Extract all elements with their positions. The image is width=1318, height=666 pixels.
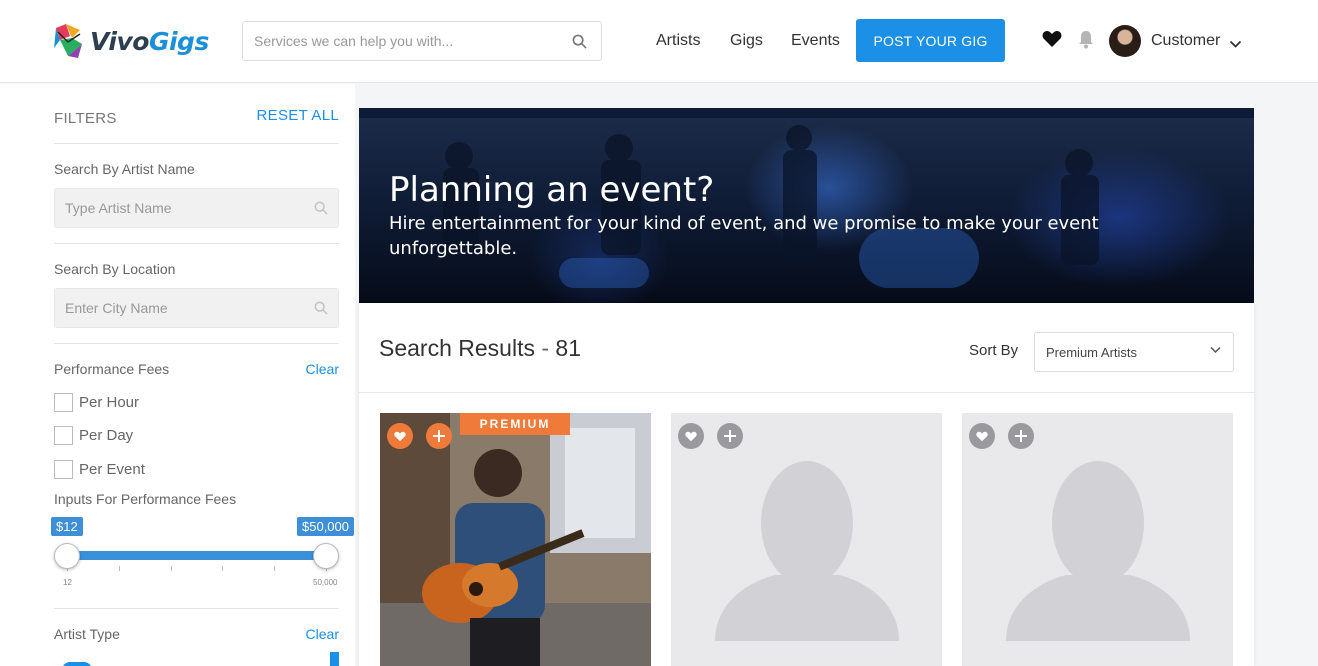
reset-all-link[interactable]: RESET ALL xyxy=(257,107,339,124)
global-search xyxy=(242,21,602,61)
per-day-checkbox[interactable] xyxy=(54,426,73,445)
sort-select[interactable]: Premium Artists xyxy=(1034,332,1234,372)
sort-by-label: Sort By xyxy=(969,342,1019,359)
location-label: Search By Location xyxy=(54,261,176,277)
results-title: Search Results - 81 xyxy=(379,335,582,361)
placeholder-avatar-icon xyxy=(962,413,1233,666)
search-results-panel: Search Results - 81 Sort By Premium Arti… xyxy=(359,303,1254,666)
fee-range-track[interactable] xyxy=(67,551,326,560)
range-max-handle[interactable] xyxy=(313,543,339,569)
location-field xyxy=(54,288,339,328)
range-tick xyxy=(119,566,120,571)
per-day-label: Per Day xyxy=(79,427,134,444)
fees-clear-link[interactable]: Clear xyxy=(306,361,339,377)
search-icon[interactable] xyxy=(572,34,587,54)
artist-type-clear-link[interactable]: Clear xyxy=(306,626,339,642)
range-max-tooltip: $50,000 xyxy=(297,517,354,536)
range-tick xyxy=(171,566,172,571)
range-tick xyxy=(222,566,223,571)
artist-type-label: Artist Type xyxy=(54,626,120,642)
favorite-heart-icon[interactable] xyxy=(678,423,704,449)
search-icon xyxy=(314,201,328,220)
sidebar-scrollbar[interactable] xyxy=(330,652,339,666)
logo[interactable]: VivoGigs xyxy=(54,22,209,60)
user-name[interactable]: Customer xyxy=(1151,32,1220,50)
fee-inputs-label: Inputs For Performance Fees xyxy=(54,491,237,507)
chevron-down-icon[interactable] xyxy=(1229,36,1242,54)
add-plus-icon[interactable] xyxy=(426,423,452,449)
nav-gigs[interactable]: Gigs xyxy=(730,32,763,50)
per-event-label: Per Event xyxy=(79,461,145,478)
sort-selected-value: Premium Artists xyxy=(1046,345,1138,360)
range-tick xyxy=(274,566,275,571)
results-count: 81 xyxy=(555,335,582,361)
heart-icon[interactable] xyxy=(1042,30,1062,53)
global-search-input[interactable] xyxy=(243,22,543,60)
location-input[interactable] xyxy=(55,289,295,327)
placeholder-avatar-icon xyxy=(671,413,942,666)
range-max-tick-label: 50,000 xyxy=(313,578,338,587)
performance-fees-label: Performance Fees xyxy=(54,361,170,377)
range-min-tick-label: 12 xyxy=(63,578,72,587)
artist-type-radio[interactable] xyxy=(62,662,92,666)
vivogigs-logo-icon xyxy=(54,24,82,58)
artist-name-field xyxy=(54,188,339,228)
divider xyxy=(54,143,339,144)
nav-artists[interactable]: Artists xyxy=(656,32,700,50)
results-header: Search Results - 81 Sort By Premium Arti… xyxy=(359,303,1254,393)
range-min-tooltip: $12 xyxy=(51,517,83,536)
artist-card[interactable]: PREMIUM xyxy=(380,413,651,666)
bell-icon[interactable] xyxy=(1077,30,1095,54)
divider xyxy=(54,608,339,609)
filters-sidebar: FILTERS RESET ALL Search By Artist Name … xyxy=(0,84,355,666)
banner-title: Planning an event? xyxy=(389,170,715,210)
favorite-heart-icon[interactable] xyxy=(969,423,995,449)
avatar[interactable] xyxy=(1109,25,1141,57)
divider xyxy=(54,243,339,244)
guitarist-photo xyxy=(380,413,651,666)
per-event-checkbox[interactable] xyxy=(54,460,73,479)
artist-card[interactable] xyxy=(962,413,1233,666)
per-hour-checkbox[interactable] xyxy=(54,393,73,412)
per-hour-label: Per Hour xyxy=(79,394,140,411)
top-header: VivoGigs Artists Gigs Events POST YOUR G… xyxy=(0,0,1318,83)
add-plus-icon[interactable] xyxy=(1008,423,1034,449)
artist-name-label: Search By Artist Name xyxy=(54,161,195,177)
search-icon xyxy=(314,301,328,320)
post-your-gig-button[interactable]: POST YOUR GIG xyxy=(856,19,1005,62)
artist-name-input[interactable] xyxy=(55,189,295,227)
range-min-handle[interactable] xyxy=(54,543,80,569)
filters-title: FILTERS xyxy=(54,110,117,127)
logo-text: VivoGigs xyxy=(90,26,209,56)
artist-card[interactable] xyxy=(671,413,942,666)
favorite-heart-icon[interactable] xyxy=(387,423,413,449)
banner-subtitle: Hire entertainment for your kind of even… xyxy=(389,213,1099,259)
chevron-down-icon xyxy=(1210,346,1221,354)
divider xyxy=(54,343,339,344)
hero-banner: Planning an event? Hire entertainment fo… xyxy=(359,108,1254,303)
add-plus-icon[interactable] xyxy=(717,423,743,449)
nav-events[interactable]: Events xyxy=(791,32,840,50)
premium-badge: PREMIUM xyxy=(460,413,570,435)
